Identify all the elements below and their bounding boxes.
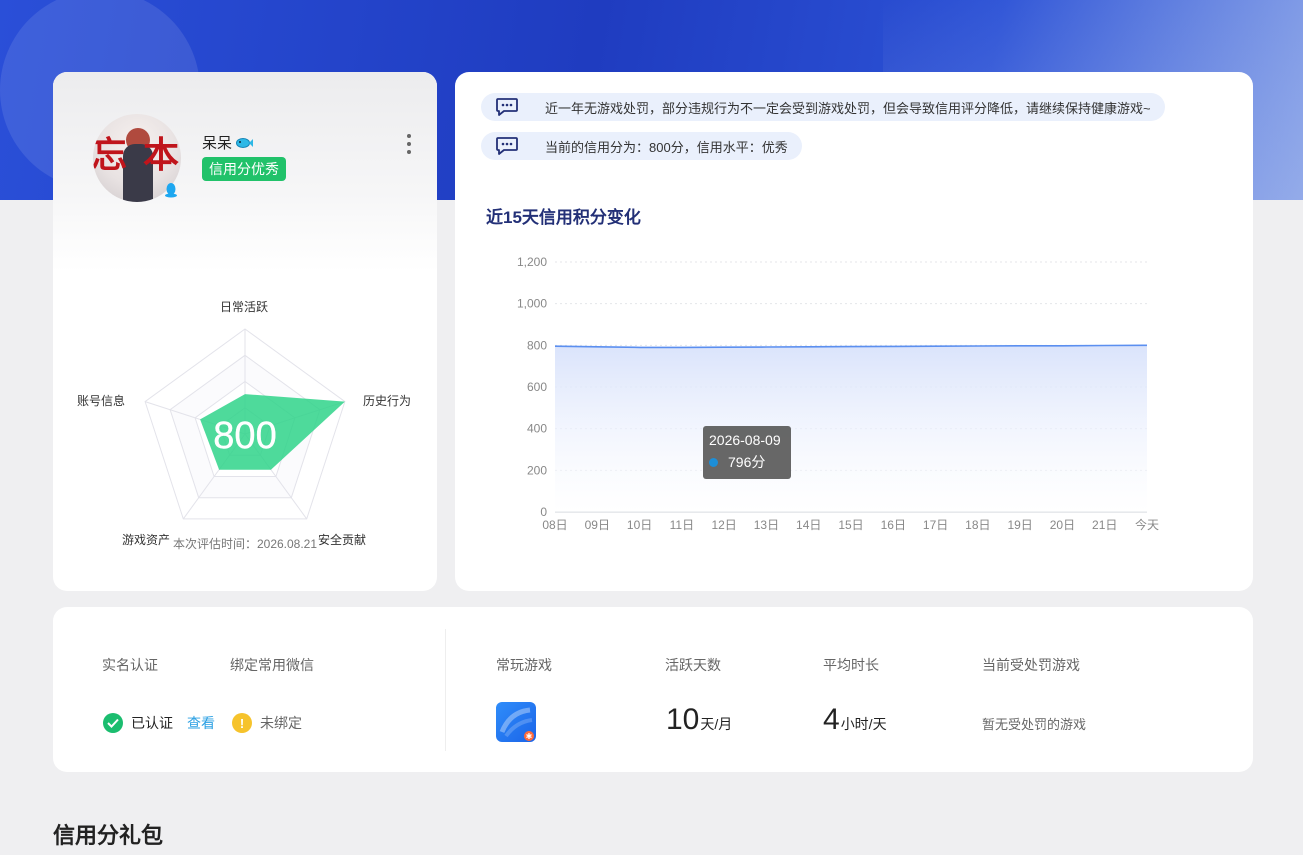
avg-time-value: 4 小时/天 xyxy=(823,703,887,737)
x-tick-label: 09日 xyxy=(585,518,610,532)
x-tick-label: 14日 xyxy=(796,518,821,532)
x-tick-label: 18日 xyxy=(965,518,990,532)
active-days-unit: 天/月 xyxy=(700,716,733,732)
chart-tooltip: 2026-08-09 796分 xyxy=(703,426,791,479)
username: 呆呆 xyxy=(202,132,254,153)
x-tick-label: 19日 xyxy=(1007,518,1032,532)
divider xyxy=(445,629,446,751)
x-tick-label: 15日 xyxy=(838,518,863,532)
x-tick-label: 11日 xyxy=(670,518,694,532)
penalty-label: 当前受处罚游戏 xyxy=(982,657,1080,673)
x-tick-label: 10日 xyxy=(627,518,652,532)
fish-icon xyxy=(236,137,254,148)
active-days-number: 10 xyxy=(666,703,700,736)
unbound-text: 未绑定 xyxy=(260,715,302,731)
notice-current-score: 当前的信用分为：800分，信用水平：优秀 xyxy=(481,132,802,160)
message-icon xyxy=(496,98,518,116)
profile-card: 忘 本 呆呆 信用分优秀 800 日常活跃 历史行为 安全贡献 游戏资产 账号信… xyxy=(53,72,437,591)
realname-label: 实名认证 xyxy=(102,657,158,673)
verification-row: 已认证 查看 ! 未绑定 xyxy=(103,713,302,733)
avg-time-number: 4 xyxy=(823,703,840,736)
game-icon[interactable]: ✱ xyxy=(496,702,536,742)
evaluation-time: 本次评估时间：2026.08.21 xyxy=(172,537,318,551)
x-tick-label: 13日 xyxy=(754,518,779,532)
chart-title: 近15天信用积分变化 xyxy=(486,208,641,227)
tooltip-value: 796分 xyxy=(728,454,766,470)
y-tick-label: 600 xyxy=(527,380,547,394)
warning-icon: ! xyxy=(232,713,252,733)
avg-time-unit: 小时/天 xyxy=(840,716,887,732)
y-tick-label: 200 xyxy=(527,463,547,477)
x-tick-label: 21日 xyxy=(1092,518,1117,532)
x-tick-label: 12日 xyxy=(711,518,736,532)
message-icon xyxy=(496,137,518,155)
avatar-decoration: 忘 xyxy=(93,134,128,176)
qq-penguin-icon xyxy=(165,183,177,198)
radar-label-daily: 日常活跃 xyxy=(220,300,269,314)
radar-label-account: 账号信息 xyxy=(77,394,126,408)
credit-chart-card: 近一年无游戏处罚，部分违规行为不一定会受到游戏处罚，但会导致信用评分降低，请继续… xyxy=(455,72,1253,591)
y-tick-label: 0 xyxy=(540,505,547,519)
notice-no-penalty: 近一年无游戏处罚，部分违规行为不一定会受到游戏处罚，但会导致信用评分降低，请继续… xyxy=(481,93,1165,121)
view-link[interactable]: 查看 xyxy=(187,713,215,733)
x-tick-label: 今天 xyxy=(1135,517,1159,532)
wechat-label: 绑定常用微信 xyxy=(230,657,314,673)
username-text: 呆呆 xyxy=(202,135,233,152)
x-tick-label: 20日 xyxy=(1050,518,1075,532)
y-tick-label: 1,000 xyxy=(517,297,547,311)
tooltip-series-dot xyxy=(709,457,718,467)
radar-score-text: 800 xyxy=(213,415,276,457)
active-days-value: 10 天/月 xyxy=(666,703,732,737)
verified-text: 已认证 xyxy=(131,715,173,731)
radar-svg: 800 xyxy=(144,328,346,520)
radar-label-history: 历史行为 xyxy=(363,394,412,408)
y-axis-ticks: 0 200 400 600 800 1,000 1,200 xyxy=(517,255,547,519)
notice-text: 当前的信用分为：800分，信用水平：优秀 xyxy=(545,139,788,155)
frequent-games-label: 常玩游戏 xyxy=(496,657,552,673)
active-days-label: 活跃天数 xyxy=(665,657,721,673)
avg-time-label: 平均时长 xyxy=(823,657,879,673)
radar-chart: 800 日常活跃 历史行为 安全贡献 游戏资产 账号信息 xyxy=(53,212,437,547)
y-tick-label: 800 xyxy=(527,338,547,352)
avatar-decoration: 本 xyxy=(143,134,180,176)
x-tick-label: 17日 xyxy=(923,518,948,532)
tooltip-date: 2026-08-09 xyxy=(709,432,781,448)
check-icon xyxy=(103,713,123,733)
y-tick-label: 400 xyxy=(527,422,547,436)
credit-level-tag: 信用分优秀 xyxy=(202,157,286,181)
credit-line-chart[interactable]: 0 200 400 600 800 1,000 1,200 08日 09日 10日 11日 12日 1… xyxy=(455,242,1253,542)
series-area xyxy=(555,345,1147,512)
x-tick-label: 08日 xyxy=(542,518,567,532)
notice-text: 近一年无游戏处罚，部分违规行为不一定会受到游戏处罚，但会导致信用评分降低，请继续… xyxy=(545,100,1151,116)
gift-section-title: 信用分礼包 xyxy=(53,823,164,848)
penalty-text: 暂无受处罚的游戏 xyxy=(982,717,1087,732)
more-options-icon[interactable] xyxy=(405,134,413,154)
x-axis-ticks: 08日 09日 10日 11日 12日 13日 14日 15日 16日 17日 18日 19日 20日 2… xyxy=(542,517,1159,532)
y-tick-label: 1,200 xyxy=(517,255,547,269)
x-tick-label: 16日 xyxy=(881,518,906,532)
account-stats-card: 实名认证 绑定常用微信 已认证 查看 ! 未绑定 常玩游戏 ✱ 活跃天数 10 … xyxy=(53,607,1253,772)
svg-text:✱: ✱ xyxy=(526,732,533,741)
